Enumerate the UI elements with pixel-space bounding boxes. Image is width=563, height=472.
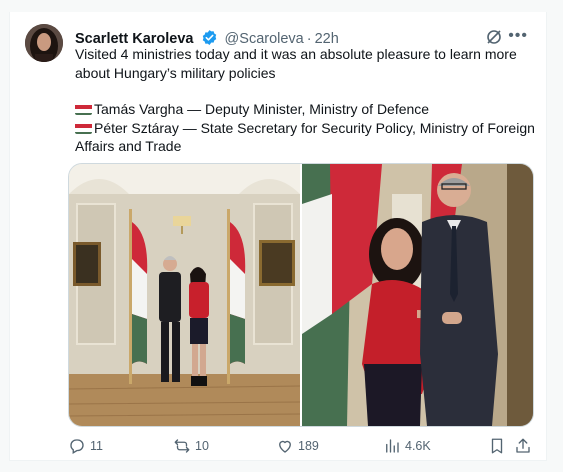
like-count: 189	[298, 439, 319, 453]
bookmark-icon	[488, 437, 506, 455]
avatar[interactable]	[25, 24, 63, 62]
tweet-card[interactable]: Scarlett Karoleva @Scaroleva · 22h ••• Vis…	[9, 12, 547, 461]
photo-ministry-room[interactable]	[69, 164, 301, 426]
tweet-text-line-content: Tamás Vargha — Deputy Minister, Ministry…	[94, 101, 430, 117]
repost-button[interactable]: 10	[173, 437, 209, 455]
media-grid	[68, 163, 534, 427]
like-button[interactable]: 189	[276, 437, 319, 455]
hungary-flag-icon	[75, 103, 92, 115]
reply-button[interactable]: 11	[68, 437, 103, 455]
photo-handshake[interactable]	[302, 164, 533, 426]
repost-count: 10	[195, 439, 209, 453]
tweet-text-line: Tamás Vargha — Deputy Minister, Ministry…	[75, 100, 535, 119]
tweet-text-line: Visited 4 ministries today and it was an…	[75, 46, 517, 81]
hungary-flag-icon	[75, 122, 92, 134]
views-button[interactable]: 4.6K	[383, 437, 431, 455]
reply-count: 11	[90, 439, 103, 453]
like-icon	[276, 437, 294, 455]
bookmark-button[interactable]	[488, 437, 506, 455]
share-button[interactable]	[514, 437, 532, 455]
share-icon	[514, 437, 532, 455]
reply-icon	[68, 437, 86, 455]
tweet-text-line-content: Péter Sztáray — State Secretary for Secu…	[75, 119, 535, 155]
tweet-text-line: Péter Sztáray — State Secretary for Secu…	[75, 119, 535, 156]
more-icon[interactable]: •••	[508, 27, 528, 45]
repost-icon	[173, 437, 191, 455]
tweet-text: Visited 4 ministries today and it was an…	[75, 45, 535, 156]
action-bar: 11 10 189 4.6K	[68, 437, 532, 457]
views-count: 4.6K	[405, 439, 431, 453]
views-icon	[383, 437, 401, 455]
